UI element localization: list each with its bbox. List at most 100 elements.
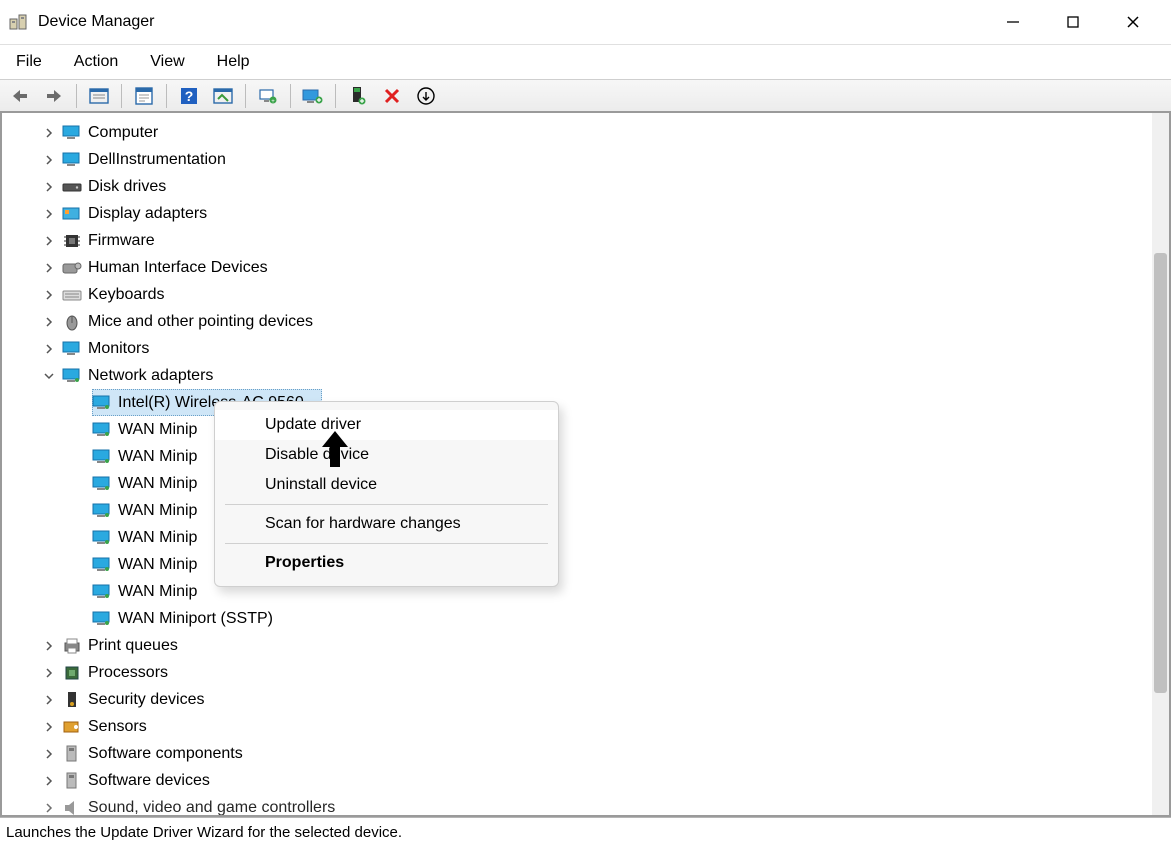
keyboard-icon (62, 286, 82, 304)
nav-forward-button[interactable] (40, 83, 68, 109)
scrollbar-thumb[interactable] (1154, 253, 1167, 693)
tree-node-computer[interactable]: Computer (12, 119, 1169, 146)
tree-node-hid[interactable]: Human Interface Devices (12, 254, 1169, 281)
nav-back-button[interactable] (6, 83, 34, 109)
chevron-right-icon[interactable] (42, 315, 56, 329)
tree-node-wan-miniport[interactable]: WAN Minip (12, 470, 1169, 497)
chevron-right-icon[interactable] (42, 693, 56, 707)
chevron-right-icon[interactable] (42, 774, 56, 788)
device-tree-frame: Computer DellInstrumentation Disk drives… (0, 113, 1171, 817)
update-driver-button[interactable] (299, 83, 327, 109)
tree-node-processors[interactable]: Processors (12, 659, 1169, 686)
tree-node-wan-miniport[interactable]: WAN Minip (12, 416, 1169, 443)
window-controls (983, 0, 1163, 44)
tree-node-wan-miniport-sstp[interactable]: WAN Miniport (SSTP) (12, 605, 1169, 632)
tree-node-sensors[interactable]: Sensors (12, 713, 1169, 740)
context-menu-properties[interactable]: Properties (215, 548, 558, 578)
tree-node-sound-video[interactable]: Sound, video and game controllers (12, 794, 1169, 815)
tree-node-dellinstrumentation[interactable]: DellInstrumentation (12, 146, 1169, 173)
network-adapter-icon (92, 448, 112, 466)
device-manager-icon (8, 12, 28, 32)
tree-node-intel-wireless[interactable]: Intel(R) Wireless-AC 9560 (12, 389, 1169, 416)
tree-label: WAN Minip (118, 524, 197, 551)
tree-label: WAN Minip (118, 416, 197, 443)
tree-node-monitors[interactable]: Monitors (12, 335, 1169, 362)
tree-label: Software components (88, 740, 243, 767)
tree-label: Mice and other pointing devices (88, 308, 313, 335)
tree-node-network-adapters[interactable]: Network adapters (12, 362, 1169, 389)
menu-action[interactable]: Action (70, 49, 122, 75)
action-center-button[interactable] (209, 83, 237, 109)
enable-device-button[interactable] (344, 83, 372, 109)
sensor-icon (62, 718, 82, 736)
disk-drive-icon (62, 178, 82, 196)
tree-node-security-devices[interactable]: Security devices (12, 686, 1169, 713)
tree-node-display-adapters[interactable]: Display adapters (12, 200, 1169, 227)
chevron-right-icon[interactable] (42, 639, 56, 653)
status-text: Launches the Update Driver Wizard for th… (6, 824, 402, 841)
menu-help[interactable]: Help (213, 49, 254, 75)
tree-node-print-queues[interactable]: Print queues (12, 632, 1169, 659)
tree-node-wan-miniport[interactable]: WAN Minip (12, 443, 1169, 470)
chevron-right-icon[interactable] (42, 234, 56, 248)
tree-label: Display adapters (88, 200, 207, 227)
tree-node-wan-miniport[interactable]: WAN Minip (12, 551, 1169, 578)
monitor-icon (62, 151, 82, 169)
chevron-right-icon[interactable] (42, 153, 56, 167)
tree-label: WAN Minip (118, 443, 197, 470)
tree-label: Disk drives (88, 173, 166, 200)
tree-label: Network adapters (88, 362, 213, 389)
chevron-right-icon[interactable] (42, 666, 56, 680)
monitor-icon (62, 124, 82, 142)
tree-node-wan-miniport[interactable]: WAN Minip (12, 497, 1169, 524)
chevron-right-icon[interactable] (42, 261, 56, 275)
titlebar: Device Manager (0, 0, 1171, 45)
menu-file[interactable]: File (12, 49, 46, 75)
chevron-right-icon[interactable] (42, 747, 56, 761)
vertical-scrollbar[interactable] (1152, 113, 1169, 815)
window-title: Device Manager (38, 13, 155, 31)
tree-label: Computer (88, 119, 158, 146)
chevron-right-icon[interactable] (42, 207, 56, 221)
tree-node-disk-drives[interactable]: Disk drives (12, 173, 1169, 200)
chevron-down-icon[interactable] (42, 369, 56, 383)
context-menu-scan-hardware[interactable]: Scan for hardware changes (215, 509, 558, 539)
tree-node-wan-miniport[interactable]: WAN Minip (12, 578, 1169, 605)
chevron-right-icon[interactable] (42, 801, 56, 815)
toolbar: ? + (0, 79, 1171, 113)
tree-label: Sensors (88, 713, 147, 740)
uninstall-device-button[interactable] (378, 83, 406, 109)
menu-view[interactable]: View (146, 49, 188, 75)
network-adapter-icon (92, 529, 112, 547)
tree-node-firmware[interactable]: Firmware (12, 227, 1169, 254)
show-hide-console-tree-button[interactable] (85, 83, 113, 109)
close-button[interactable] (1103, 0, 1163, 44)
context-menu-disable-device[interactable]: Disable device (215, 440, 558, 470)
chevron-right-icon[interactable] (42, 180, 56, 194)
maximize-button[interactable] (1043, 0, 1103, 44)
chevron-right-icon[interactable] (42, 126, 56, 140)
mouse-icon (62, 313, 82, 331)
chevron-right-icon[interactable] (42, 288, 56, 302)
monitor-icon (62, 340, 82, 358)
chevron-right-icon[interactable] (42, 342, 56, 356)
minimize-button[interactable] (983, 0, 1043, 44)
chevron-right-icon[interactable] (42, 720, 56, 734)
scan-hardware-button[interactable]: + (254, 83, 282, 109)
tree-node-wan-miniport[interactable]: WAN Minip (12, 524, 1169, 551)
tree-label: WAN Minip (118, 470, 197, 497)
network-adapter-icon (62, 367, 82, 385)
tree-node-software-components[interactable]: Software components (12, 740, 1169, 767)
context-menu-uninstall-device[interactable]: Uninstall device (215, 470, 558, 500)
tree-label: WAN Miniport (SSTP) (118, 605, 273, 632)
device-tree[interactable]: Computer DellInstrumentation Disk drives… (2, 113, 1169, 815)
context-menu-update-driver[interactable]: Update driver (215, 410, 558, 440)
disable-device-button[interactable] (412, 83, 440, 109)
tree-label: Software devices (88, 767, 210, 794)
tree-node-mice[interactable]: Mice and other pointing devices (12, 308, 1169, 335)
tree-node-keyboards[interactable]: Keyboards (12, 281, 1169, 308)
tree-node-software-devices[interactable]: Software devices (12, 767, 1169, 794)
help-button[interactable]: ? (175, 83, 203, 109)
tree-label: Print queues (88, 632, 178, 659)
properties-button[interactable] (130, 83, 158, 109)
